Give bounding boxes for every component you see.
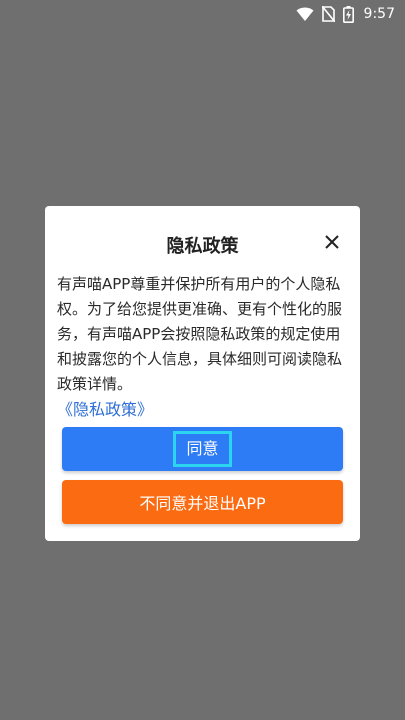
agree-button[interactable]: 同意	[62, 427, 343, 471]
no-sim-icon	[321, 6, 335, 22]
status-bar: 9:57	[0, 0, 405, 28]
agree-button-label: 同意	[173, 431, 232, 467]
privacy-policy-text: 有声喵APP尊重并保护所有用户的个人隐私权。为了给您提供更准确、更有个性化的服务…	[57, 275, 343, 393]
close-icon	[325, 235, 339, 249]
wifi-icon	[296, 7, 314, 22]
disagree-button-label: 不同意并退出APP	[139, 494, 266, 513]
battery-charging-icon	[342, 5, 354, 23]
privacy-dialog: 隐私政策 有声喵APP尊重并保护所有用户的个人隐私权。为了给您提供更准确、更有个…	[45, 206, 360, 541]
privacy-policy-link[interactable]: 《隐私政策》	[57, 396, 153, 420]
disagree-exit-button[interactable]: 不同意并退出APP	[62, 480, 343, 524]
dialog-title: 隐私政策	[166, 236, 239, 257]
status-time: 9:57	[363, 6, 395, 22]
status-icons: 9:57	[296, 5, 395, 23]
close-button[interactable]	[322, 232, 342, 252]
